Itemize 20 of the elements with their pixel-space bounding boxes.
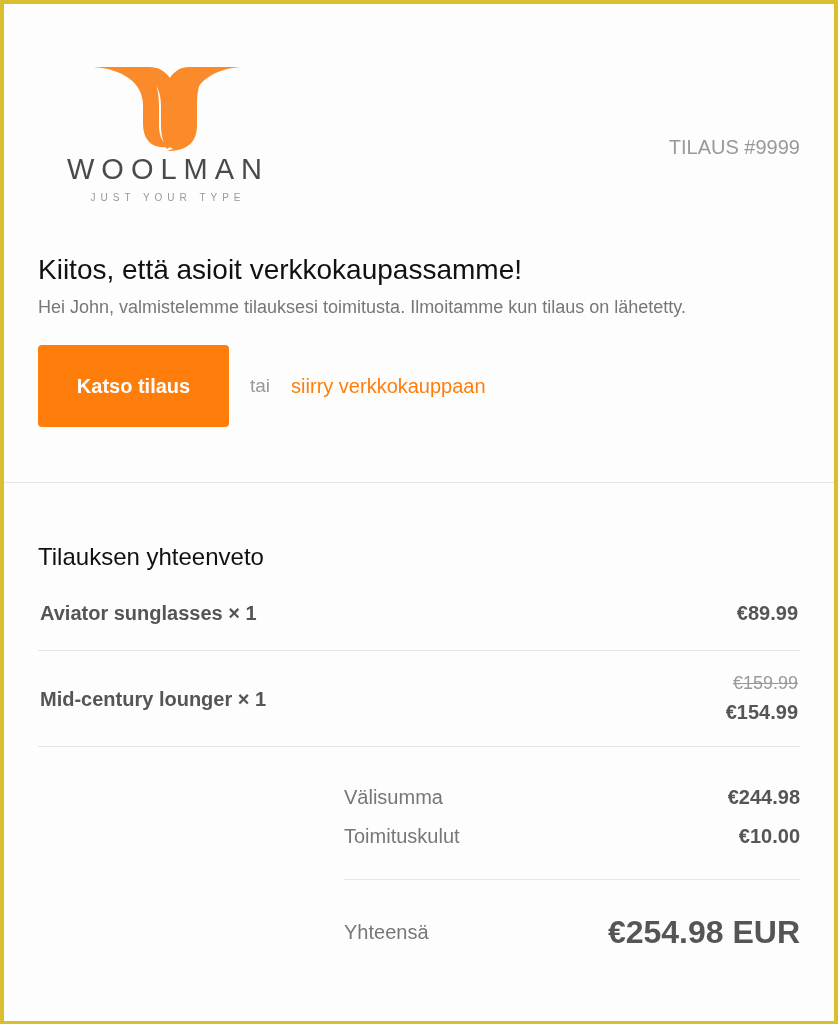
summary-value: €244.98	[727, 784, 800, 810]
original-price: €159.99	[732, 672, 798, 696]
view-order-button[interactable]: Katso tilaus	[38, 345, 229, 428]
total-label: Yhteensä	[344, 920, 429, 946]
order-message: Hei John, valmistelemme tilauksesi toimitusta. Ilmoitamme kun tilaus on lähetetty.	[38, 295, 687, 319]
summary-title: Tilauksen yhteenveto	[38, 542, 265, 573]
total-value: €254.98 EUR	[607, 913, 800, 953]
item-name: Mid-century lounger × 1	[40, 686, 267, 712]
or-text: tai	[250, 374, 271, 399]
thank-you-heading: Kiitos, että asioit verkkokaupassamme!	[38, 253, 523, 287]
order-number: TILAUS #9999	[668, 135, 800, 160]
item-name: Aviator sunglasses × 1	[40, 600, 257, 626]
store-link[interactable]: siirry verkkokauppaan	[291, 371, 486, 402]
item-price: €89.99	[736, 600, 798, 626]
brand-tagline: JUST YOUR TYPE	[90, 191, 246, 205]
brand-name: WOOLMAN	[66, 155, 270, 184]
summary-label: Välisumma	[344, 784, 443, 810]
summary-label: Toimituskulut	[344, 823, 460, 849]
summary-value: €10.00	[738, 823, 800, 849]
item-price: €154.99	[725, 700, 798, 726]
